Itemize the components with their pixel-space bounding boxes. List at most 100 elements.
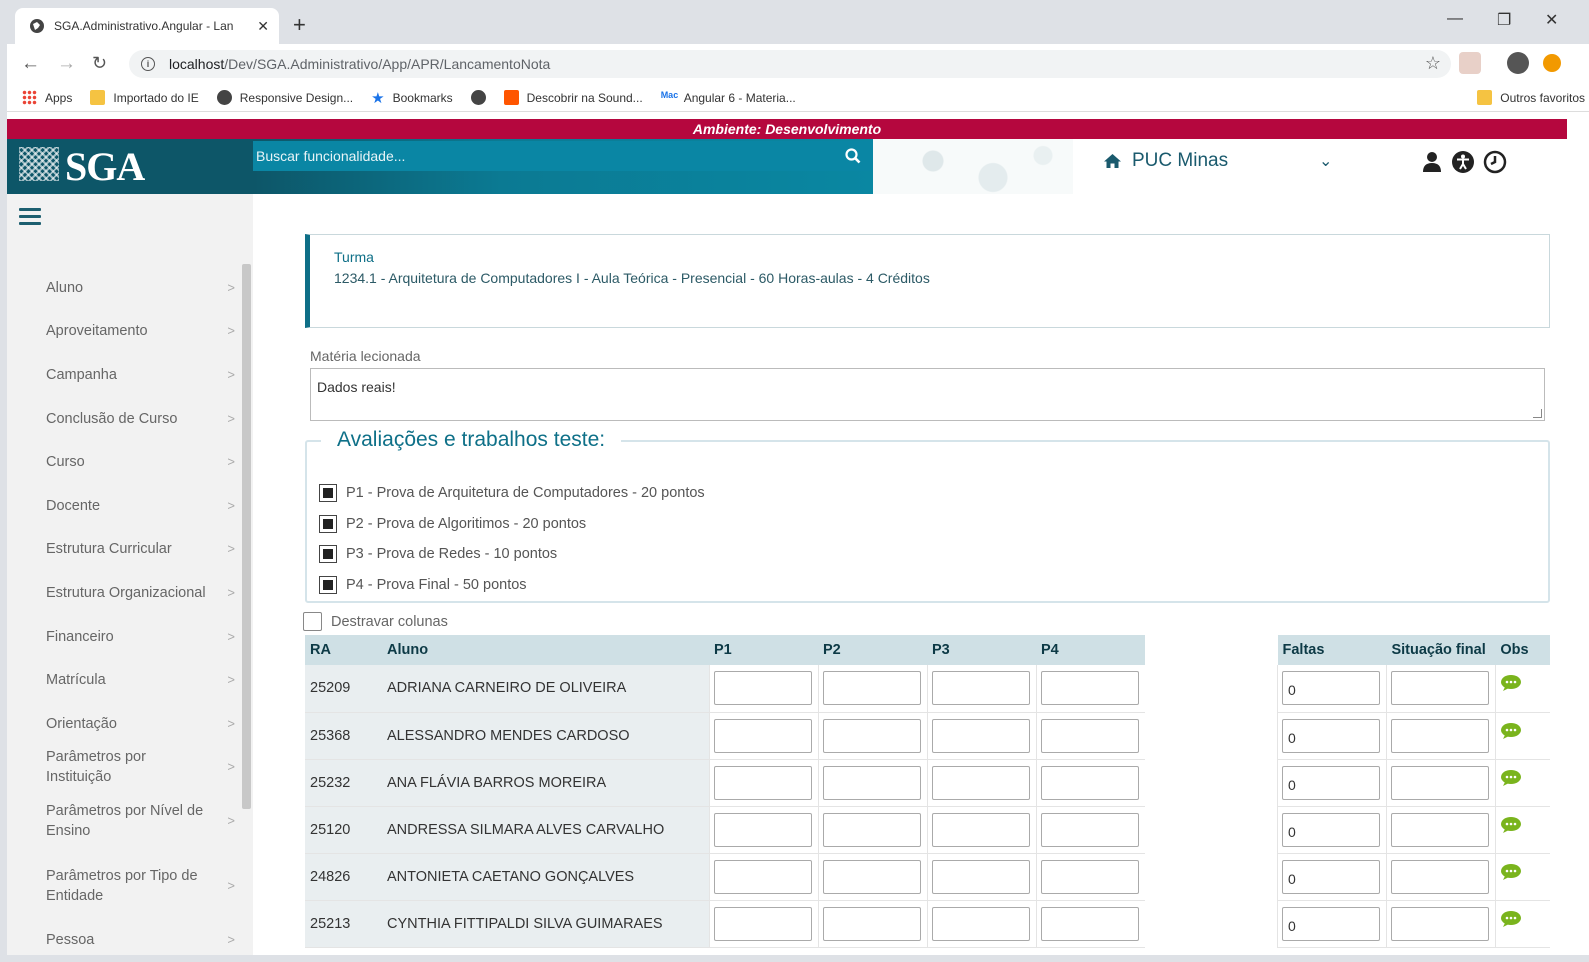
grade-input-p3[interactable] bbox=[931, 812, 1030, 847]
bookmark-angular[interactable]: Mac Angular 6 - Materia... bbox=[661, 90, 796, 105]
sidebar-item-campanha[interactable]: Campanha > bbox=[7, 353, 239, 397]
faltas-input[interactable]: 0 bbox=[1282, 765, 1380, 800]
bookmark-outros[interactable]: Outros favoritos bbox=[1477, 90, 1585, 105]
search-input[interactable]: Buscar funcionalidade... bbox=[253, 141, 873, 171]
minimize-icon[interactable]: — bbox=[1447, 10, 1463, 28]
grade-input-p1[interactable] bbox=[713, 906, 812, 941]
bookmark-soundcloud[interactable]: Descobrir na Sound... bbox=[503, 90, 643, 105]
sidebar-item-parametros-nivel-ensino[interactable]: Parâmetros por Nível de Ensino > bbox=[7, 789, 239, 854]
checkbox-checked[interactable] bbox=[319, 514, 337, 533]
grade-input-p2[interactable] bbox=[822, 671, 921, 706]
accessibility-icon[interactable] bbox=[1451, 150, 1475, 174]
situacao-final-input[interactable] bbox=[1390, 718, 1489, 753]
sidebar-scrollbar[interactable] bbox=[242, 264, 251, 809]
tab-close-icon[interactable]: ✕ bbox=[257, 18, 269, 35]
sidebar-item-estrutura-organizacional[interactable]: Estrutura Organizacional > bbox=[7, 571, 239, 615]
grade-input-p4[interactable] bbox=[1040, 812, 1139, 847]
back-icon[interactable]: ← bbox=[21, 53, 40, 75]
faltas-input[interactable]: 0 bbox=[1282, 718, 1380, 753]
comment-icon[interactable] bbox=[1500, 722, 1522, 740]
close-window-icon[interactable]: ✕ bbox=[1545, 10, 1558, 30]
faltas-input[interactable]: 0 bbox=[1282, 671, 1380, 706]
resize-handle-icon[interactable] bbox=[1533, 409, 1542, 418]
situacao-final-input[interactable] bbox=[1390, 671, 1489, 706]
grade-input-p1[interactable] bbox=[713, 765, 812, 800]
situacao-final-input[interactable] bbox=[1390, 812, 1489, 847]
sidebar-item-conclusao-curso[interactable]: Conclusão de Curso > bbox=[7, 397, 239, 441]
new-tab-button[interactable]: + bbox=[293, 12, 306, 38]
app-logo[interactable]: SGA bbox=[65, 143, 145, 190]
comment-icon[interactable] bbox=[1500, 674, 1522, 692]
sidebar-item-curso[interactable]: Curso > bbox=[7, 440, 239, 484]
hamburger-menu-icon[interactable] bbox=[19, 208, 41, 229]
sidebar-item-docente[interactable]: Docente > bbox=[7, 484, 239, 528]
search-icon[interactable] bbox=[845, 148, 861, 164]
avaliacao-item[interactable]: P3 - Prova de Redes - 10 pontos bbox=[319, 539, 705, 570]
comment-icon[interactable] bbox=[1500, 910, 1522, 928]
grade-input-p3[interactable] bbox=[931, 718, 1030, 753]
chevron-down-icon[interactable]: ⌄ bbox=[1319, 151, 1332, 171]
avaliacao-item[interactable]: P4 - Prova Final - 50 pontos bbox=[319, 570, 705, 601]
checkbox-checked[interactable] bbox=[319, 575, 337, 594]
bookmark-star-icon[interactable]: ☆ bbox=[1425, 53, 1441, 74]
grade-input-p1[interactable] bbox=[713, 718, 812, 753]
browser-tab[interactable]: SGA.Administrativo.Angular - Lan ✕ bbox=[15, 8, 279, 44]
grade-input-p4[interactable] bbox=[1040, 906, 1139, 941]
materia-textarea[interactable]: Dados reais! bbox=[310, 368, 1545, 421]
faltas-input[interactable]: 0 bbox=[1282, 906, 1380, 941]
checkbox-checked[interactable] bbox=[319, 484, 337, 503]
grade-input-p2[interactable] bbox=[822, 718, 921, 753]
grade-input-p2[interactable] bbox=[822, 906, 921, 941]
faltas-input[interactable]: 0 bbox=[1282, 812, 1380, 847]
situacao-final-input[interactable] bbox=[1390, 859, 1489, 894]
grade-input-p1[interactable] bbox=[713, 859, 812, 894]
grade-input-p4[interactable] bbox=[1040, 859, 1139, 894]
user-icon[interactable] bbox=[1421, 150, 1443, 174]
pdf-extension-icon[interactable] bbox=[1459, 52, 1481, 74]
institution-selector[interactable]: PUC Minas bbox=[1103, 150, 1228, 172]
reload-icon[interactable]: ↻ bbox=[92, 53, 107, 74]
bookmark-apps[interactable]: Apps bbox=[22, 90, 72, 105]
grade-input-p2[interactable] bbox=[822, 859, 921, 894]
profile-avatar[interactable] bbox=[1507, 52, 1529, 74]
bookmark-bookmarks[interactable]: ★ Bookmarks bbox=[371, 89, 452, 107]
situacao-final-input[interactable] bbox=[1390, 765, 1489, 800]
faltas-input[interactable]: 0 bbox=[1282, 859, 1380, 894]
comment-icon[interactable] bbox=[1500, 816, 1522, 834]
update-icon[interactable] bbox=[1543, 54, 1561, 72]
info-icon[interactable]: i bbox=[141, 57, 155, 71]
bookmark-globe[interactable] bbox=[470, 90, 486, 105]
history-clock-icon[interactable] bbox=[1483, 150, 1507, 174]
avaliacao-item[interactable]: P2 - Prova de Algoritimos - 20 pontos bbox=[319, 509, 705, 540]
sidebar-item-financeiro[interactable]: Financeiro > bbox=[7, 615, 239, 659]
bookmark-importado[interactable]: Importado do IE bbox=[90, 90, 199, 105]
grade-input-p2[interactable] bbox=[822, 765, 921, 800]
grade-input-p3[interactable] bbox=[931, 765, 1030, 800]
sidebar-item-orientacao[interactable]: Orientação > bbox=[7, 702, 239, 746]
grade-input-p4[interactable] bbox=[1040, 765, 1139, 800]
sidebar-item-aluno[interactable]: Aluno > bbox=[7, 266, 239, 310]
sidebar-item-matricula[interactable]: Matrícula > bbox=[7, 658, 239, 702]
grade-input-p2[interactable] bbox=[822, 812, 921, 847]
grade-input-p3[interactable] bbox=[931, 859, 1030, 894]
comment-icon[interactable] bbox=[1500, 769, 1522, 787]
grade-input-p1[interactable] bbox=[713, 812, 812, 847]
sidebar-item-pessoa[interactable]: Pessoa > bbox=[7, 918, 239, 962]
grade-input-p3[interactable] bbox=[931, 671, 1030, 706]
address-bar[interactable]: i localhost/Dev/SGA.Administrativo/App/A… bbox=[129, 50, 1451, 78]
sidebar-item-parametros-tipo-entidade[interactable]: Parâmetros por Tipo de Entidade > bbox=[7, 854, 239, 919]
forward-icon[interactable]: → bbox=[57, 53, 76, 75]
sidebar-item-parametros-instituicao[interactable]: Parâmetros por Instituição > bbox=[7, 746, 239, 790]
destravar-colunas[interactable]: Destravar colunas bbox=[303, 612, 448, 631]
bookmark-responsive[interactable]: Responsive Design... bbox=[216, 90, 353, 105]
grade-input-p4[interactable] bbox=[1040, 718, 1139, 753]
restore-icon[interactable]: ❐ bbox=[1497, 10, 1511, 30]
comment-icon[interactable] bbox=[1500, 863, 1522, 881]
destravar-checkbox[interactable] bbox=[303, 612, 322, 631]
sidebar-item-estrutura-curricular[interactable]: Estrutura Curricular > bbox=[7, 528, 239, 572]
grade-input-p1[interactable] bbox=[713, 671, 812, 706]
checkbox-checked[interactable] bbox=[319, 545, 337, 564]
situacao-final-input[interactable] bbox=[1390, 906, 1489, 941]
sidebar-item-aproveitamento[interactable]: Aproveitamento > bbox=[7, 310, 239, 354]
avaliacao-item[interactable]: P1 - Prova de Arquitetura de Computadore… bbox=[319, 478, 705, 509]
